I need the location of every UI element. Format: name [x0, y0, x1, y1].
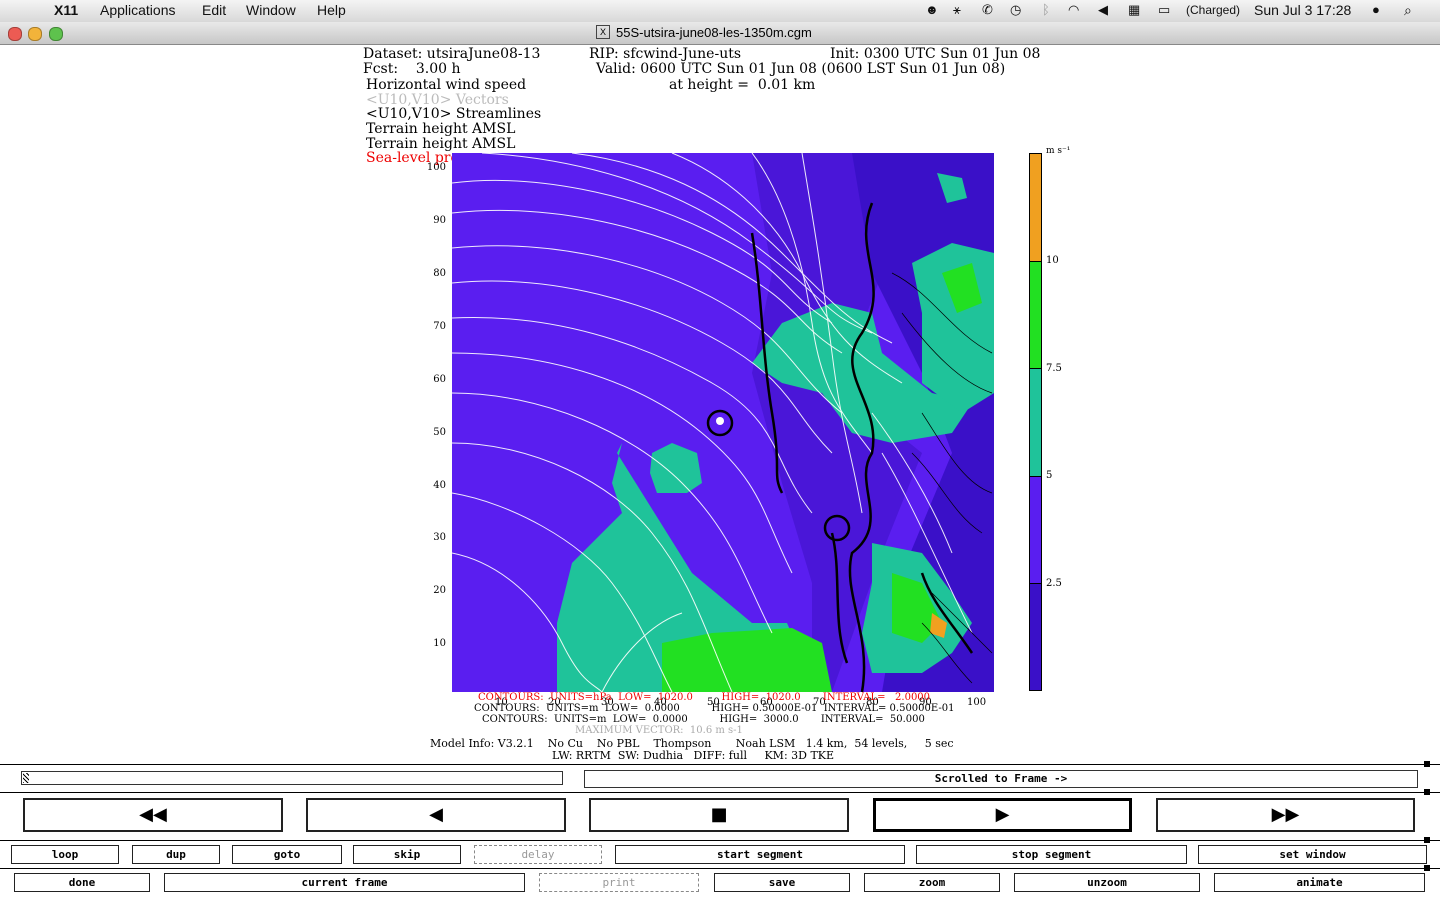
contour-info-terrain-2: CONTOURS: UNITS=m LOW= 0.0000 HIGH= 3000… [482, 714, 925, 725]
fast-forward-button[interactable]: ▶▶ [1156, 798, 1415, 832]
scrollbar-thumb[interactable] [23, 773, 29, 783]
color-bar-tick: 5 [1046, 470, 1053, 481]
dup-button[interactable]: dup [132, 845, 220, 864]
start-segment-button[interactable]: start segment [615, 845, 905, 864]
app-name[interactable]: X11 [54, 2, 78, 18]
color-bar-tick: 7.5 [1046, 363, 1062, 374]
volume-icon[interactable]: ◀ [1098, 2, 1108, 18]
y-tick: 40 [433, 480, 446, 491]
battery-icon[interactable]: ▭ [1158, 2, 1170, 18]
divider [0, 868, 1440, 869]
calendar-icon[interactable]: ▦ [1128, 2, 1140, 18]
terrain-label-1: Terrain height AMSL [366, 121, 516, 137]
stop-icon: ■ [710, 804, 728, 825]
y-tick: 70 [433, 321, 446, 332]
divider [0, 840, 1440, 841]
color-bar-unit: m s⁻¹ [1046, 146, 1071, 156]
resize-handle[interactable] [1424, 761, 1430, 767]
minimize-icon[interactable] [28, 27, 42, 41]
stop-segment-button[interactable]: stop segment [916, 845, 1187, 864]
close-icon[interactable] [8, 27, 22, 41]
current-frame-button[interactable]: current frame [164, 873, 525, 892]
frame-scrollbar[interactable] [21, 771, 563, 785]
color-bar-tick: 10 [1046, 255, 1059, 266]
zoom-window-icon[interactable] [49, 27, 63, 41]
menu-window[interactable]: Window [246, 2, 296, 18]
divider [0, 792, 1440, 793]
contour-info-terrain-1: CONTOURS: UNITS=m LOW= 0.0000 HIGH= 0.50… [474, 703, 955, 714]
height-label: at height = 0.01 km [669, 77, 816, 93]
rewind-button[interactable]: ◀◀ [23, 798, 283, 832]
y-tick: 100 [426, 162, 446, 173]
spotlight-search-icon[interactable]: ⌕ [1404, 2, 1412, 19]
zoom-button[interactable]: zoom [864, 873, 1000, 892]
contour-info-slp: CONTOURS: UNITS=hPa LOW= 1020.0 HIGH= 10… [478, 692, 931, 703]
skip-button[interactable]: skip [353, 845, 461, 864]
step-back-button[interactable]: ◀ [306, 798, 566, 832]
set-window-button[interactable]: set window [1198, 845, 1427, 864]
menu-edit[interactable]: Edit [202, 2, 226, 18]
color-bar [1029, 153, 1042, 691]
battery-status[interactable]: (Charged) [1186, 3, 1240, 17]
y-tick: 30 [433, 532, 446, 543]
resize-handle[interactable] [1424, 789, 1430, 795]
rewind-icon: ◀◀ [139, 804, 167, 825]
dataset-label: Dataset: utsiraJune08-13 [363, 46, 541, 62]
color-bar-tick: 2.5 [1046, 578, 1062, 589]
step-back-icon: ◀ [429, 804, 443, 825]
window-title-bar[interactable]: X 55S-utsira-june08-les-1350m.cgm [0, 22, 1440, 45]
loop-button[interactable]: loop [11, 845, 119, 864]
menu-bar: X11 Applications Edit Window Help ☻ ⚹ ✆ … [0, 0, 1440, 23]
menu-help[interactable]: Help [317, 2, 346, 18]
forecast-label: Fcst: 3.00 h [363, 61, 461, 77]
y-tick: 50 [433, 427, 446, 438]
play-icon: ▶ [995, 804, 1010, 825]
menu-applications[interactable]: Applications [100, 2, 176, 18]
window-title: 55S-utsira-june08-les-1350m.cgm [616, 25, 812, 40]
bluetooth-network-icon[interactable]: ⚹ [953, 2, 961, 18]
frame-status: Scrolled to Frame -> [584, 770, 1418, 788]
clock[interactable]: Sun Jul 3 17:28 [1254, 2, 1351, 18]
y-tick: 90 [433, 215, 446, 226]
rip-label: RIP: sfcwind-June-uts [589, 46, 742, 62]
play-button[interactable]: ▶ [873, 798, 1132, 832]
goto-button[interactable]: goto [232, 845, 342, 864]
valid-label: Valid: 0600 UTC Sun 01 Jun 08 (0600 LST … [596, 61, 1006, 77]
y-tick: 20 [433, 585, 446, 596]
time-machine-icon[interactable]: ◷ [1010, 2, 1021, 18]
delay-button[interactable]: delay [474, 845, 602, 864]
stop-button[interactable]: ■ [589, 798, 849, 832]
divider [0, 764, 1440, 765]
y-tick: 60 [433, 374, 446, 385]
streamlines-label: <U10,V10> Streamlines [366, 106, 542, 122]
y-tick: 10 [433, 638, 446, 649]
animate-button[interactable]: animate [1214, 873, 1425, 892]
print-button[interactable]: print [539, 873, 699, 892]
x11-window-icon: X [596, 25, 610, 39]
resize-handle[interactable] [1424, 865, 1430, 871]
save-button[interactable]: save [714, 873, 850, 892]
x-tick: 100 [967, 697, 987, 708]
user-icon[interactable]: ● [1372, 2, 1380, 17]
resize-handle[interactable] [1424, 837, 1430, 843]
bluetooth-icon[interactable]: ᛒ [1042, 2, 1050, 17]
fast-forward-icon: ▶▶ [1271, 804, 1300, 825]
wind-speed-map [452, 153, 994, 692]
alien-icon[interactable]: ☻ [925, 2, 939, 17]
wifi-icon[interactable]: ◠ [1068, 2, 1079, 18]
model-physics: LW: RRTM SW: Dudhia DIFF: full KM: 3D TK… [552, 749, 835, 762]
init-label: Init: 0300 UTC Sun 01 Jun 08 [830, 46, 1041, 62]
done-button[interactable]: done [14, 873, 150, 892]
field-name: Horizontal wind speed [366, 77, 527, 93]
maximum-vector: MAXIMUM VECTOR: 10.6 m s-1 [575, 725, 743, 736]
y-tick: 80 [433, 268, 446, 279]
phone-icon[interactable]: ✆ [982, 2, 993, 18]
unzoom-button[interactable]: unzoom [1014, 873, 1200, 892]
